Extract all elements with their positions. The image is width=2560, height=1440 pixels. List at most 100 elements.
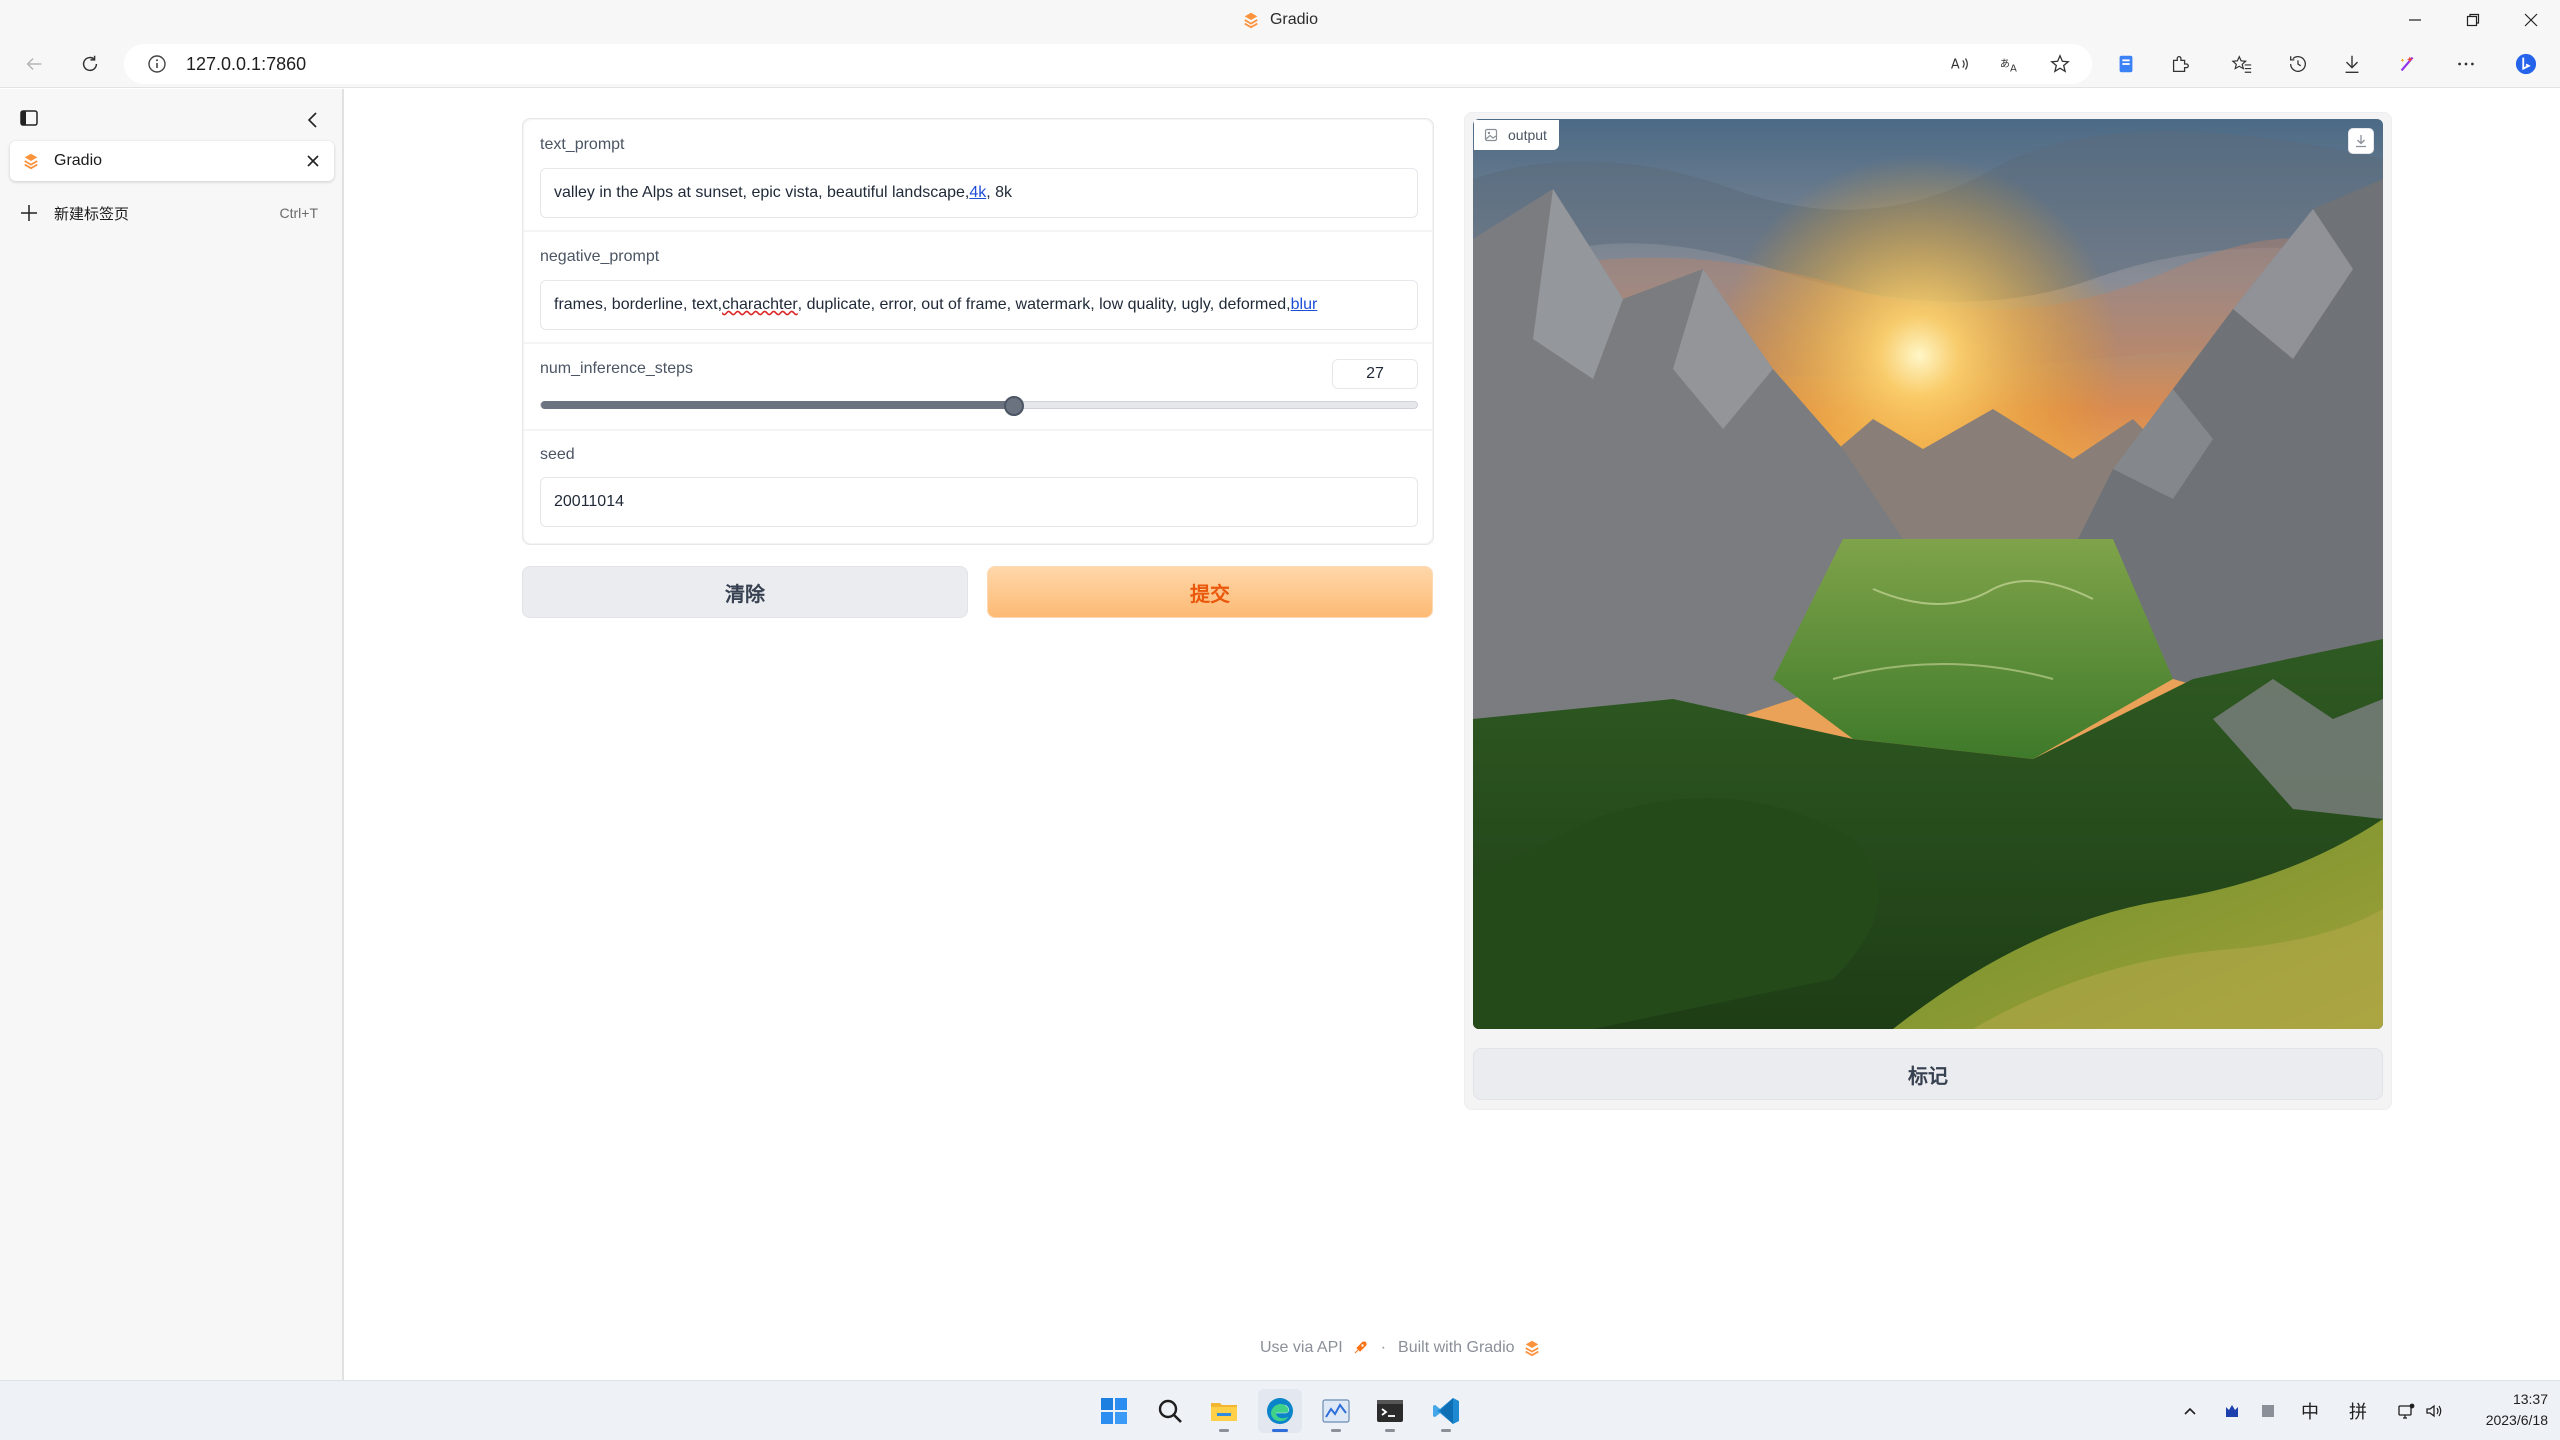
ime-language-button[interactable]: 中 xyxy=(2296,1397,2324,1425)
running-indicator xyxy=(1385,1429,1395,1432)
plus-icon xyxy=(21,205,37,221)
ime-mode-button[interactable]: 拼 xyxy=(2344,1397,2372,1425)
restore-button[interactable] xyxy=(2444,0,2502,40)
close-icon xyxy=(2524,13,2538,27)
output-label-text: output xyxy=(1508,127,1547,143)
negative-prompt-segment: frames, borderline, text, xyxy=(554,296,723,313)
clock-time: 13:37 xyxy=(2512,1391,2548,1407)
show-hidden-icons-button[interactable] xyxy=(2176,1397,2204,1425)
bing-icon xyxy=(2515,53,2537,75)
back-button[interactable] xyxy=(16,46,52,82)
use-via-api-link[interactable]: Use via API xyxy=(1260,1339,1343,1357)
rocket-icon xyxy=(1354,1341,1367,1354)
negative-prompt-input[interactable]: frames, borderline, text, charachter, du… xyxy=(540,280,1418,330)
volume-button[interactable] xyxy=(2420,1397,2448,1425)
favorite-button[interactable] xyxy=(2042,46,2078,82)
restore-icon xyxy=(2466,13,2480,27)
new-tab-button[interactable]: 新建标签页 Ctrl+T xyxy=(10,197,334,229)
steps-slider-fill xyxy=(541,401,1016,409)
negative-prompt-block: negative_prompt frames, borderline, text… xyxy=(524,232,1432,342)
tab-label: Gradio xyxy=(54,152,103,169)
read-aloud-button[interactable]: A xyxy=(1942,46,1978,82)
alpine-valley-image xyxy=(1473,119,2383,1029)
task-manager-button[interactable] xyxy=(1314,1389,1358,1433)
steps-number-input[interactable]: 27 xyxy=(1332,359,1418,389)
svg-text:A: A xyxy=(1951,58,1960,73)
tray-status-button[interactable] xyxy=(2254,1397,2282,1425)
refresh-button[interactable] xyxy=(72,46,108,82)
search-button[interactable] xyxy=(1148,1389,1192,1433)
ai-tool-button[interactable] xyxy=(2390,46,2426,82)
download-button[interactable] xyxy=(2348,128,2374,154)
gradio-logo-icon xyxy=(24,153,38,170)
pdf-button[interactable] xyxy=(2108,46,2144,82)
gradio-footer: Use via API · Built with Gradio xyxy=(1260,1336,1600,1360)
url-text[interactable]: 127.0.0.1:7860 xyxy=(186,54,306,75)
output-label: output xyxy=(1474,120,1559,150)
seed-input[interactable]: 20011014 xyxy=(540,477,1418,527)
terminal-icon xyxy=(1377,1400,1403,1422)
steps-slider-track[interactable] xyxy=(540,401,1418,409)
running-indicator xyxy=(1331,1429,1341,1432)
favorite-star-icon xyxy=(2050,54,2070,73)
translate-icon: あA xyxy=(2000,58,2017,75)
gradio-logo-icon xyxy=(1524,1340,1539,1357)
favorites-icon xyxy=(2231,55,2252,73)
site-info-icon[interactable] xyxy=(146,53,168,75)
minimize-icon xyxy=(2409,19,2421,21)
translate-button[interactable]: あA xyxy=(1992,46,2028,82)
minimize-button[interactable] xyxy=(2386,0,2444,40)
seed-block: seed 20011014 xyxy=(524,431,1432,543)
steps-slider-thumb[interactable] xyxy=(1004,396,1025,416)
tab-gradio[interactable]: Gradio xyxy=(10,141,334,181)
built-with-gradio-link[interactable]: Built with Gradio xyxy=(1398,1339,1515,1357)
extensions-icon xyxy=(2172,56,2189,72)
volume-icon xyxy=(2426,1404,2442,1418)
new-tab-shortcut: Ctrl+T xyxy=(279,205,319,221)
extensions-button[interactable] xyxy=(2162,46,2198,82)
window-title-text: Gradio xyxy=(1269,11,1319,28)
task-manager-icon xyxy=(1322,1399,1350,1423)
terminal-button[interactable] xyxy=(1368,1389,1412,1433)
back-arrow-icon xyxy=(26,57,42,71)
history-button[interactable] xyxy=(2280,46,2316,82)
submit-button[interactable]: 提交 xyxy=(987,566,1433,618)
tab-actions-icon[interactable] xyxy=(18,107,40,129)
address-bar[interactable]: 127.0.0.1:7860 xyxy=(124,44,2092,84)
tray-app-button[interactable] xyxy=(2218,1397,2246,1425)
file-explorer-icon xyxy=(1211,1403,1237,1421)
collapse-pane-icon[interactable] xyxy=(300,107,326,133)
output-image xyxy=(1473,119,2383,1029)
more-button[interactable] xyxy=(2448,46,2484,82)
image-icon xyxy=(1484,128,1498,142)
network-button[interactable] xyxy=(2392,1397,2420,1425)
pdf-icon xyxy=(2119,55,2133,73)
refresh-icon xyxy=(82,55,98,72)
chevron-up-icon xyxy=(2184,1407,2196,1415)
steps-label: num_inference_steps xyxy=(540,360,693,377)
system-clock[interactable]: 13:37 2023/6/18 xyxy=(2448,1389,2548,1433)
history-icon xyxy=(2290,56,2306,72)
favorites-button[interactable] xyxy=(2224,46,2260,82)
downloads-button[interactable] xyxy=(2334,46,2370,82)
close-window-button[interactable] xyxy=(2502,0,2560,40)
tray-status-icon xyxy=(2262,1405,2274,1417)
clear-button[interactable]: 清除 xyxy=(522,566,968,618)
start-button[interactable] xyxy=(1092,1389,1136,1433)
text-prompt-input[interactable]: valley in the Alps at sunset, epic vista… xyxy=(540,168,1418,218)
flag-button[interactable]: 标记 xyxy=(1473,1048,2383,1100)
clock-date: 2023/6/18 xyxy=(2485,1412,2548,1428)
new-tab-label: 新建标签页 xyxy=(54,205,130,223)
close-tab-icon[interactable] xyxy=(302,150,324,172)
negative-prompt-segment: blur xyxy=(1290,296,1318,313)
download-icon xyxy=(2356,135,2366,148)
bing-button[interactable] xyxy=(2508,46,2544,82)
text-prompt-segment: 4k xyxy=(969,184,987,201)
active-indicator xyxy=(1272,1429,1288,1432)
vertical-tabs-pane: Gradio 新建标签页 Ctrl+T xyxy=(0,89,344,1380)
file-explorer-button[interactable] xyxy=(1202,1389,1246,1433)
svg-text:A: A xyxy=(2010,63,2017,74)
network-icon xyxy=(2398,1403,2415,1419)
edge-browser-button[interactable] xyxy=(1258,1389,1302,1433)
vscode-button[interactable] xyxy=(1424,1389,1468,1433)
